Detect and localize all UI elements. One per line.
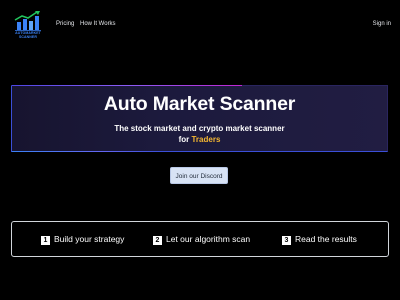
step-number-badge: 1 [41, 236, 50, 245]
hero-subtitle-highlight: Traders [191, 135, 221, 144]
hero-title: Auto Market Scanner [103, 93, 296, 115]
step-label: Read the results [295, 234, 357, 244]
hero-gradient-top-border [12, 85, 242, 86]
step-label: Let our algorithm scan [166, 234, 251, 244]
step-number-badge: 2 [153, 236, 162, 245]
top-navbar: AUTOMARKET SCANNER Pricing How It Works … [0, 0, 400, 50]
hero-subtitle-for: for [178, 135, 192, 144]
nav-how-it-works-link[interactable]: How It Works [80, 21, 116, 27]
nav-pricing-link[interactable]: Pricing [56, 21, 74, 27]
nav-sign-in-link[interactable]: Sign in [373, 21, 391, 27]
logo-text: AUTOMARKET SCANNER [15, 31, 41, 39]
join-discord-button[interactable]: Join our Discord [170, 167, 228, 184]
hero-banner: Auto Market Scanner The stock market and… [11, 85, 388, 152]
step-number-badge: 3 [282, 236, 291, 245]
hero-subtitle-line1: The stock market and crypto market scann… [114, 124, 285, 133]
bar-chart-logo-icon [14, 11, 41, 31]
step-item: 2 Let our algorithm scan [153, 234, 250, 245]
hero-subtitle-line2: for Traders [12, 134, 387, 145]
hero-subtitle: The stock market and crypto market scann… [12, 123, 387, 145]
steps-panel: 1 Build your strategy 2 Let our algorithm … [11, 221, 389, 257]
step-item: 3 Read the results [282, 234, 357, 245]
step-item: 1 Build your strategy [41, 234, 124, 245]
step-label: Build your strategy [54, 234, 125, 244]
hero-gradient-bottom-border [12, 151, 162, 152]
